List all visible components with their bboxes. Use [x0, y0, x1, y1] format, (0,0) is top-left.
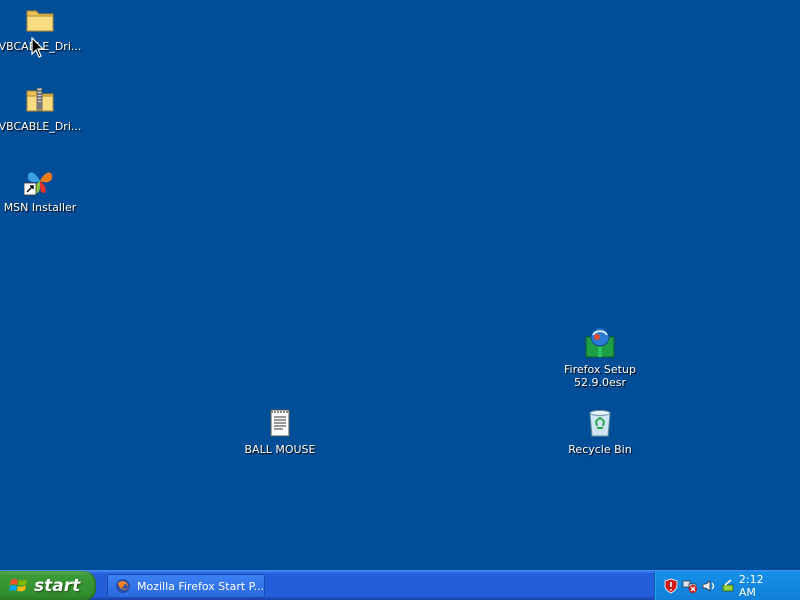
zip-folder-icon [24, 84, 56, 116]
desktop-icon-label: BALL MOUSE [244, 443, 316, 456]
folder-icon [24, 4, 56, 36]
network-disconnected-icon[interactable] [682, 578, 698, 594]
taskbar-button-label: Mozilla Firefox Start P... [137, 579, 264, 593]
desktop-icon-msn-installer[interactable]: MSN Installer [0, 165, 80, 214]
windows-logo-icon [9, 578, 27, 592]
clock[interactable]: 2:12 AM [739, 573, 784, 599]
mouse-cursor-icon [31, 37, 45, 58]
msn-butterfly-icon [23, 165, 56, 197]
desktop-icon-label: Firefox Setup 52.9.0esr [564, 363, 636, 389]
desktop: VBCABLE_Dri... VBCABLE_Dri... M [0, 0, 800, 570]
system-tray: 2:12 AM [654, 571, 800, 600]
recycle-bin-icon [584, 407, 616, 439]
start-label: start [34, 576, 81, 596]
safely-remove-icon[interactable] [720, 578, 736, 594]
desktop-icon-label: Recycle Bin [568, 443, 632, 456]
desktop-icon-label: MSN Installer [3, 201, 77, 214]
text-document-icon [264, 407, 296, 439]
shield-alert-icon[interactable] [663, 578, 679, 594]
installer-icon [584, 327, 616, 359]
taskbar: start Mozilla Firefox Start P... 2:12 AM [0, 570, 800, 600]
desktop-icon-label: VBCABLE_Dri... [0, 120, 82, 133]
desktop-icon-firefox-setup[interactable]: Firefox Setup 52.9.0esr [560, 327, 640, 389]
desktop-icon-vbcable-zip[interactable]: VBCABLE_Dri... [0, 84, 82, 133]
start-button[interactable]: start [0, 571, 96, 600]
taskbar-button-firefox[interactable]: Mozilla Firefox Start P... [107, 574, 265, 598]
desktop-icon-ball-mouse[interactable]: BALL MOUSE [240, 407, 320, 456]
desktop-icon-recycle-bin[interactable]: Recycle Bin [560, 407, 640, 456]
firefox-icon [116, 579, 130, 593]
volume-icon[interactable] [701, 578, 717, 594]
